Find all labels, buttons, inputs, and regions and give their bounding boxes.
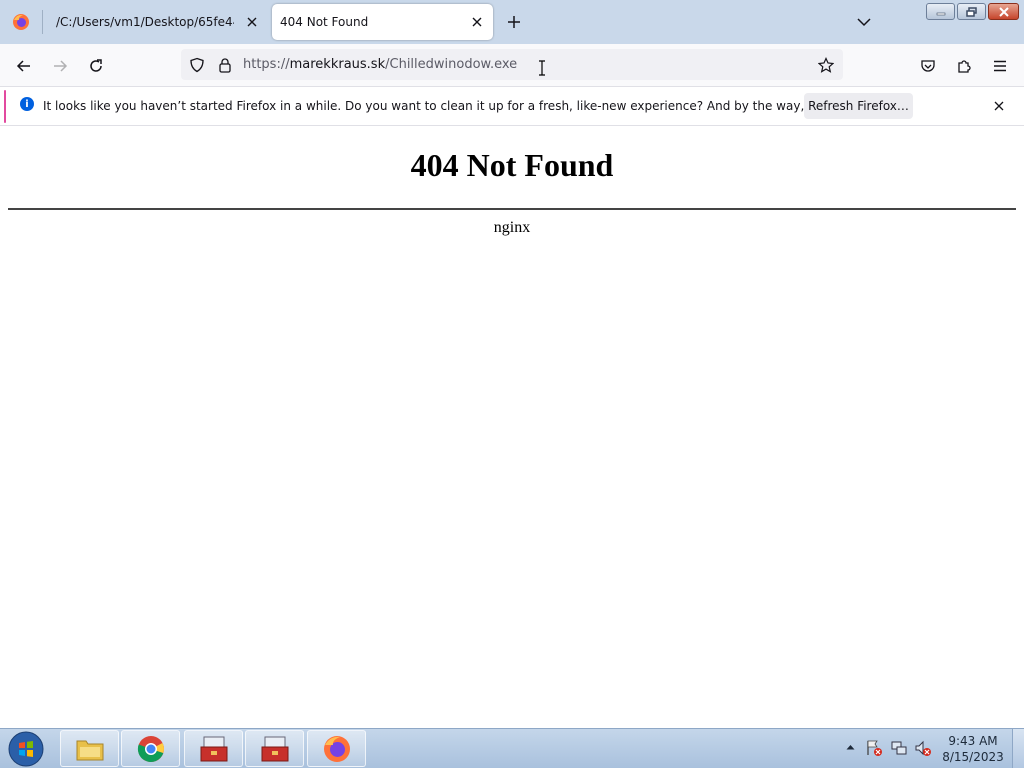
taskbar-explorer-button[interactable] (60, 730, 119, 767)
bookmark-star-button[interactable] (817, 56, 835, 74)
page-content: 404 Not Found nginx (0, 127, 1024, 728)
firefox-icon (13, 14, 29, 30)
show-hidden-icons-button[interactable] (844, 741, 856, 753)
lock-icon (219, 58, 231, 73)
tab-strip: /C:/Users/vm1/Desktop/65fe44d27d 404 Not… (0, 0, 1024, 44)
clock-time: 9:43 AM (948, 734, 998, 748)
notification-accent (4, 90, 6, 123)
toolbox-icon (261, 736, 288, 761)
show-desktop-button[interactable] (1012, 729, 1024, 768)
chevron-down-icon (857, 18, 871, 27)
forward-button[interactable] (47, 53, 73, 79)
list-all-tabs-button[interactable] (854, 12, 874, 32)
page-heading: 404 Not Found (410, 147, 614, 183)
taskbar-toolbox-button[interactable] (184, 730, 243, 767)
url-path: /Chilledwinodow.exe (385, 57, 518, 72)
taskbar-toolbox-button[interactable] (245, 730, 304, 767)
start-button[interactable] (6, 730, 46, 768)
tab-close-button[interactable] (469, 14, 485, 30)
plus-icon (508, 16, 520, 28)
firefox-view-button[interactable] (0, 0, 42, 44)
close-icon (247, 17, 257, 27)
pocket-button[interactable] (915, 53, 941, 79)
tab-title: /C:/Users/vm1/Desktop/65fe44d27d (56, 15, 234, 29)
tab-title: 404 Not Found (280, 15, 369, 29)
notification-bar: i It looks like you haven’t started Fire… (0, 86, 1024, 126)
taskbar-firefox-button[interactable] (307, 730, 366, 767)
back-button[interactable] (11, 53, 37, 79)
site-security-button[interactable] (216, 56, 234, 74)
pocket-icon (921, 60, 935, 72)
url-scheme: https:// (243, 57, 290, 72)
tab-close-button[interactable] (244, 14, 260, 30)
address-bar[interactable]: https://marekkraus.sk/Chilledwinodow.exe (181, 49, 843, 80)
windows-logo-icon (8, 731, 44, 767)
folder-icon (76, 740, 103, 760)
arrow-left-icon (16, 60, 30, 72)
restore-icon (965, 6, 977, 17)
firefox-icon (323, 735, 350, 762)
volume-tray-button[interactable] (914, 739, 932, 757)
text-cursor-icon (539, 60, 545, 76)
chevron-up-icon (846, 745, 854, 750)
reload-button[interactable] (83, 53, 109, 79)
window-close-button[interactable] (988, 3, 1019, 20)
tab-local-file[interactable]: /C:/Users/vm1/Desktop/65fe44d27d (46, 4, 268, 40)
hamburger-menu-icon (994, 60, 1006, 72)
window-minimize-button[interactable] (926, 3, 955, 20)
tracking-protection-button[interactable] (188, 56, 206, 74)
arrow-right-icon (54, 60, 68, 72)
reload-icon (90, 59, 102, 72)
info-icon: i (20, 97, 34, 111)
tab-404-not-found[interactable]: 404 Not Found (272, 4, 493, 40)
new-tab-button[interactable] (504, 12, 524, 32)
action-center-tray-button[interactable] (865, 739, 883, 757)
refresh-firefox-button[interactable]: Refresh Firefox… (804, 93, 913, 119)
toolbox-icon (200, 736, 227, 761)
notification-close-button[interactable] (991, 98, 1007, 114)
clock-date: 8/15/2023 (942, 750, 1004, 764)
taskbar-chrome-button[interactable] (121, 730, 180, 767)
url-text[interactable]: https://marekkraus.sk/Chilledwinodow.exe (243, 57, 517, 72)
star-icon (818, 57, 834, 73)
horizontal-rule (8, 208, 1016, 210)
puzzle-icon (958, 60, 971, 73)
app-menu-button[interactable] (987, 53, 1013, 79)
flag-error-icon (867, 740, 882, 756)
network-icon (891, 741, 907, 755)
speaker-muted-icon (915, 740, 931, 756)
taskbar: 9:43 AM 8/15/2023 (0, 728, 1024, 768)
network-tray-button[interactable] (890, 739, 908, 757)
close-icon (994, 101, 1004, 111)
close-icon (472, 17, 482, 27)
shield-icon (190, 57, 204, 73)
window-restore-button[interactable] (957, 3, 986, 20)
extensions-button[interactable] (951, 53, 977, 79)
notification-message: It looks like you haven’t started Firefo… (43, 99, 899, 113)
chrome-icon (137, 735, 164, 762)
server-signature: nginx (493, 219, 531, 236)
close-icon (998, 6, 1009, 17)
system-clock[interactable]: 9:43 AM 8/15/2023 (940, 733, 1006, 765)
navigation-toolbar: https://marekkraus.sk/Chilledwinodow.exe (0, 44, 1024, 86)
tab-separator (42, 10, 43, 34)
url-host: marekkraus.sk (289, 57, 386, 72)
minimize-icon (936, 12, 945, 15)
